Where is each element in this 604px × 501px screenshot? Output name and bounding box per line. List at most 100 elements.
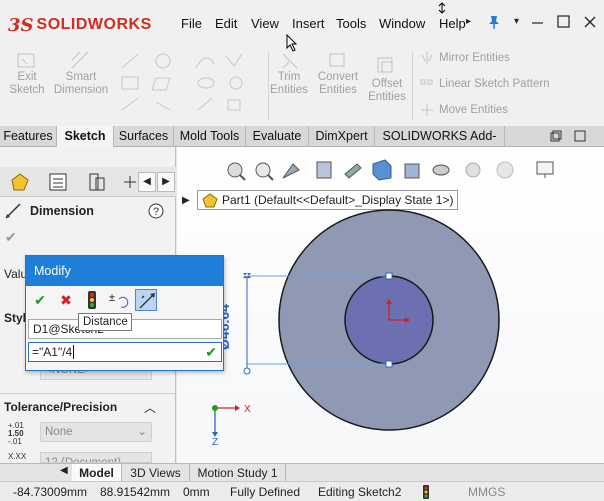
modify-toolbar: ✔ ✖ ± xyxy=(26,286,223,314)
maximize-doc-icon[interactable] xyxy=(574,130,586,142)
title-bar: 3S SOLIDWORKS File Edit View Insert Tool… xyxy=(0,0,604,46)
reverse-sense-icon[interactable]: ± xyxy=(107,289,129,311)
status-editing: Editing Sketch2 xyxy=(318,485,402,499)
mark-dimension-icon[interactable] xyxy=(135,289,157,311)
tab-3d-views[interactable]: 3D Views xyxy=(122,464,190,482)
smart-dimension-icon xyxy=(71,51,89,69)
panel-title: Dimension xyxy=(30,204,94,218)
convert-entities-button[interactable]: Convert Entities xyxy=(314,71,362,97)
rebuild-traffic-light-icon[interactable] xyxy=(81,289,103,311)
logo-prefix: 3S xyxy=(8,14,34,36)
offset-entities-button[interactable]: Offset Entities xyxy=(364,78,410,104)
tooltip: Distance xyxy=(78,313,132,331)
text-caret xyxy=(73,345,75,359)
trim-icon xyxy=(282,53,298,69)
menu-insert[interactable]: Insert xyxy=(292,16,325,31)
help-arrow-icon[interactable]: ▸ xyxy=(466,16,471,27)
tab-model[interactable]: Model xyxy=(72,464,122,482)
tolerance-type-icon: +.01 1.50 -.01 xyxy=(8,421,24,446)
equation-field[interactable]: ="A1"/4 ✔ xyxy=(28,342,222,362)
tab-mold-tools[interactable]: Mold Tools xyxy=(174,126,246,147)
trim-entities-button[interactable]: Trim Entities xyxy=(266,71,312,97)
tab-dimxpert[interactable]: DimXpert xyxy=(309,126,375,147)
configuration-icon[interactable] xyxy=(82,170,112,194)
feature-tree-icon[interactable] xyxy=(4,170,34,194)
svg-text:±: ± xyxy=(109,292,115,304)
menu-help[interactable]: Help xyxy=(439,16,466,31)
dimension-icon xyxy=(5,203,21,219)
tab-surfaces[interactable]: Surfaces xyxy=(114,126,174,147)
bottom-tabs: ◀ Model 3D Views Motion Study 1 xyxy=(0,463,604,482)
exit-sketch-button[interactable]: Exit Sketch xyxy=(4,71,50,97)
triad-x-label: X xyxy=(244,404,251,415)
divider xyxy=(0,393,176,394)
smart-dimension-button[interactable]: Smart Dimension xyxy=(52,71,110,97)
status-z: 0mm xyxy=(183,485,210,499)
logo-text: SOLIDWORKS xyxy=(36,16,152,33)
precision-icon: X.XX xyxy=(8,452,27,461)
sketch-tools-icon-grid xyxy=(121,53,243,111)
grip-point-dim[interactable] xyxy=(243,367,251,375)
menu-edit[interactable]: Edit xyxy=(215,16,237,31)
menu-view[interactable]: View xyxy=(251,16,279,31)
graphics-area[interactable]: ▶ Part1 (Default<<Default>_Display State… xyxy=(177,147,604,463)
offset-icon xyxy=(377,57,393,73)
status-units[interactable]: MMGS xyxy=(468,485,505,499)
panel-scroll-right[interactable]: ▶ xyxy=(157,172,175,192)
options-arrow-icon[interactable]: ▾ xyxy=(514,16,519,27)
separator xyxy=(412,52,413,120)
tolerance-combo[interactable]: None ⌄ xyxy=(40,422,152,442)
grip-point-bottom[interactable] xyxy=(385,360,393,368)
value-tab-label[interactable]: Valu xyxy=(4,267,27,281)
dimension-value[interactable]: Ø46.64 xyxy=(216,299,241,359)
status-definition: Fully Defined xyxy=(230,485,301,499)
mouse-cursor-icon xyxy=(286,34,298,52)
part-drawing: X Z xyxy=(212,209,500,448)
scroll-left-icon[interactable]: ◀ xyxy=(60,465,68,476)
style-section-label: Styl xyxy=(4,311,27,325)
status-bar: -84.73009mm 88.91542mm 0mm Fully Defined… xyxy=(0,481,604,501)
menu-tools[interactable]: Tools xyxy=(336,16,366,31)
panel-tabs: ◀ ▶ xyxy=(0,167,176,197)
status-y: 88.91542mm xyxy=(100,485,171,499)
linear-sketch-pattern-button[interactable]: Linear Sketch Pattern xyxy=(439,78,550,90)
svg-text:?: ? xyxy=(153,206,159,218)
property-manager-icon[interactable] xyxy=(43,170,73,194)
rebuild-status-icon[interactable] xyxy=(421,485,431,499)
minimize-icon[interactable] xyxy=(530,14,546,30)
mirror-entities-button[interactable]: Mirror Entities xyxy=(439,52,510,64)
exit-sketch-icon xyxy=(17,53,35,68)
mirror-icon xyxy=(421,52,433,64)
tab-motion-study[interactable]: Motion Study 1 xyxy=(190,464,286,482)
collapse-chevron-icon[interactable]: ︿ xyxy=(144,399,156,416)
equation-accept-icon[interactable]: ✔ xyxy=(205,343,217,361)
tolerance-header[interactable]: Tolerance/Precision xyxy=(4,400,117,414)
solidworks-logo: 3S SOLIDWORKS xyxy=(8,8,152,42)
triad-x-arrow xyxy=(235,405,240,411)
cancel-x-icon[interactable]: ✖ xyxy=(55,289,77,311)
accept-check-icon[interactable]: ✔ xyxy=(29,289,51,311)
convert-icon xyxy=(329,53,345,67)
help-icon[interactable]: ? xyxy=(148,203,164,219)
menu-file[interactable]: File xyxy=(181,16,202,31)
pin-icon[interactable] xyxy=(487,14,501,30)
command-tabs: Features Sketch Surfaces Mold Tools Eval… xyxy=(0,126,604,164)
tab-addins[interactable]: SOLIDWORKS Add-Ins xyxy=(375,126,505,164)
close-icon[interactable] xyxy=(582,14,598,30)
precision-combo[interactable]: 12 (Document) xyxy=(40,452,152,463)
ok-check-icon[interactable]: ✔ xyxy=(5,229,17,246)
resize-arrow-icon xyxy=(438,2,446,14)
grip-point-top[interactable] xyxy=(385,272,393,280)
tab-evaluate[interactable]: Evaluate xyxy=(246,126,309,147)
move-entities-button[interactable]: Move Entities xyxy=(439,104,508,116)
command-manager: Exit Sketch Smart Dimension Trim Entitie… xyxy=(0,46,604,126)
tab-features[interactable]: Features xyxy=(0,126,57,147)
panel-scroll-left[interactable]: ◀ xyxy=(138,172,156,192)
restore-doc-icon[interactable] xyxy=(550,130,562,142)
modify-title: Modify xyxy=(26,256,223,286)
restore-icon[interactable] xyxy=(556,14,572,30)
tab-sketch[interactable]: Sketch xyxy=(57,126,114,147)
dropdown-arrow-icon: ⌄ xyxy=(137,426,147,438)
linear-pattern-icon xyxy=(420,79,433,85)
menu-window[interactable]: Window xyxy=(379,16,425,31)
